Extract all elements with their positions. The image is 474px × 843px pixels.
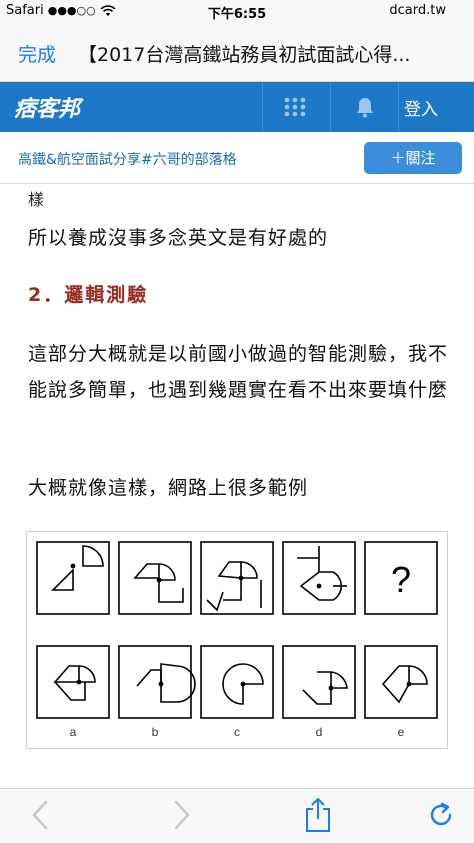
site-header: 痞客邦 登入 [0, 82, 474, 132]
answer-cell-d [282, 645, 356, 719]
header-divider [398, 82, 399, 132]
done-button[interactable]: 完成 [18, 40, 56, 67]
option-label-b: b [152, 725, 159, 739]
answer-cell-b [118, 645, 192, 719]
option-label-d: d [316, 725, 323, 739]
puzzle-drawing: ? a b c d e [36, 541, 438, 739]
question-mark: ? [391, 559, 411, 600]
page-title: 【2017台灣高鐵站務員初試面試心得... [78, 44, 411, 66]
option-label-e: e [398, 725, 405, 739]
header-divider [262, 82, 263, 132]
option-label-c: c [234, 725, 240, 739]
blog-bar: 高鐵&航空面試分享#六哥的部落格 ＋關注 [0, 132, 474, 184]
paragraph: 這部分大概就是以前國小做過的智能測驗，我不能說多簡單，也遇到幾題實在看不出來要填… [28, 343, 449, 401]
text-fragment: 樣 [28, 190, 45, 209]
paragraph: 大概就像這樣，網路上很多範例 [28, 477, 309, 499]
safari-header: 完成 【2017台灣高鐵站務員初試面試心得... [0, 22, 474, 82]
status-bar: Safari ●●●○○ 下午6:55 dcard.tw [0, 0, 474, 22]
logic-puzzle-image[interactable]: ? a b c d e [26, 531, 448, 749]
forward-icon[interactable] [172, 799, 192, 831]
paragraph: 所以養成沒事多念英文是有好處的 [28, 227, 329, 249]
follow-button[interactable]: ＋關注 [364, 142, 462, 174]
login-button[interactable]: 登入 [404, 95, 438, 120]
notification-bell-icon[interactable] [354, 96, 376, 118]
back-icon[interactable] [30, 799, 50, 831]
refresh-icon[interactable] [428, 801, 456, 829]
blog-name-link[interactable]: 高鐵&航空面試分享#六哥的部落格 [18, 149, 237, 169]
option-label-a: a [70, 725, 77, 739]
status-domain: dcard.tw [389, 3, 446, 18]
safari-toolbar [0, 788, 474, 843]
header-divider [330, 82, 331, 132]
share-icon[interactable] [304, 797, 332, 833]
section-heading: 2．邏輯測驗 [28, 284, 149, 306]
apps-grid-icon[interactable] [284, 97, 306, 117]
site-logo[interactable]: 痞客邦 [14, 91, 80, 123]
